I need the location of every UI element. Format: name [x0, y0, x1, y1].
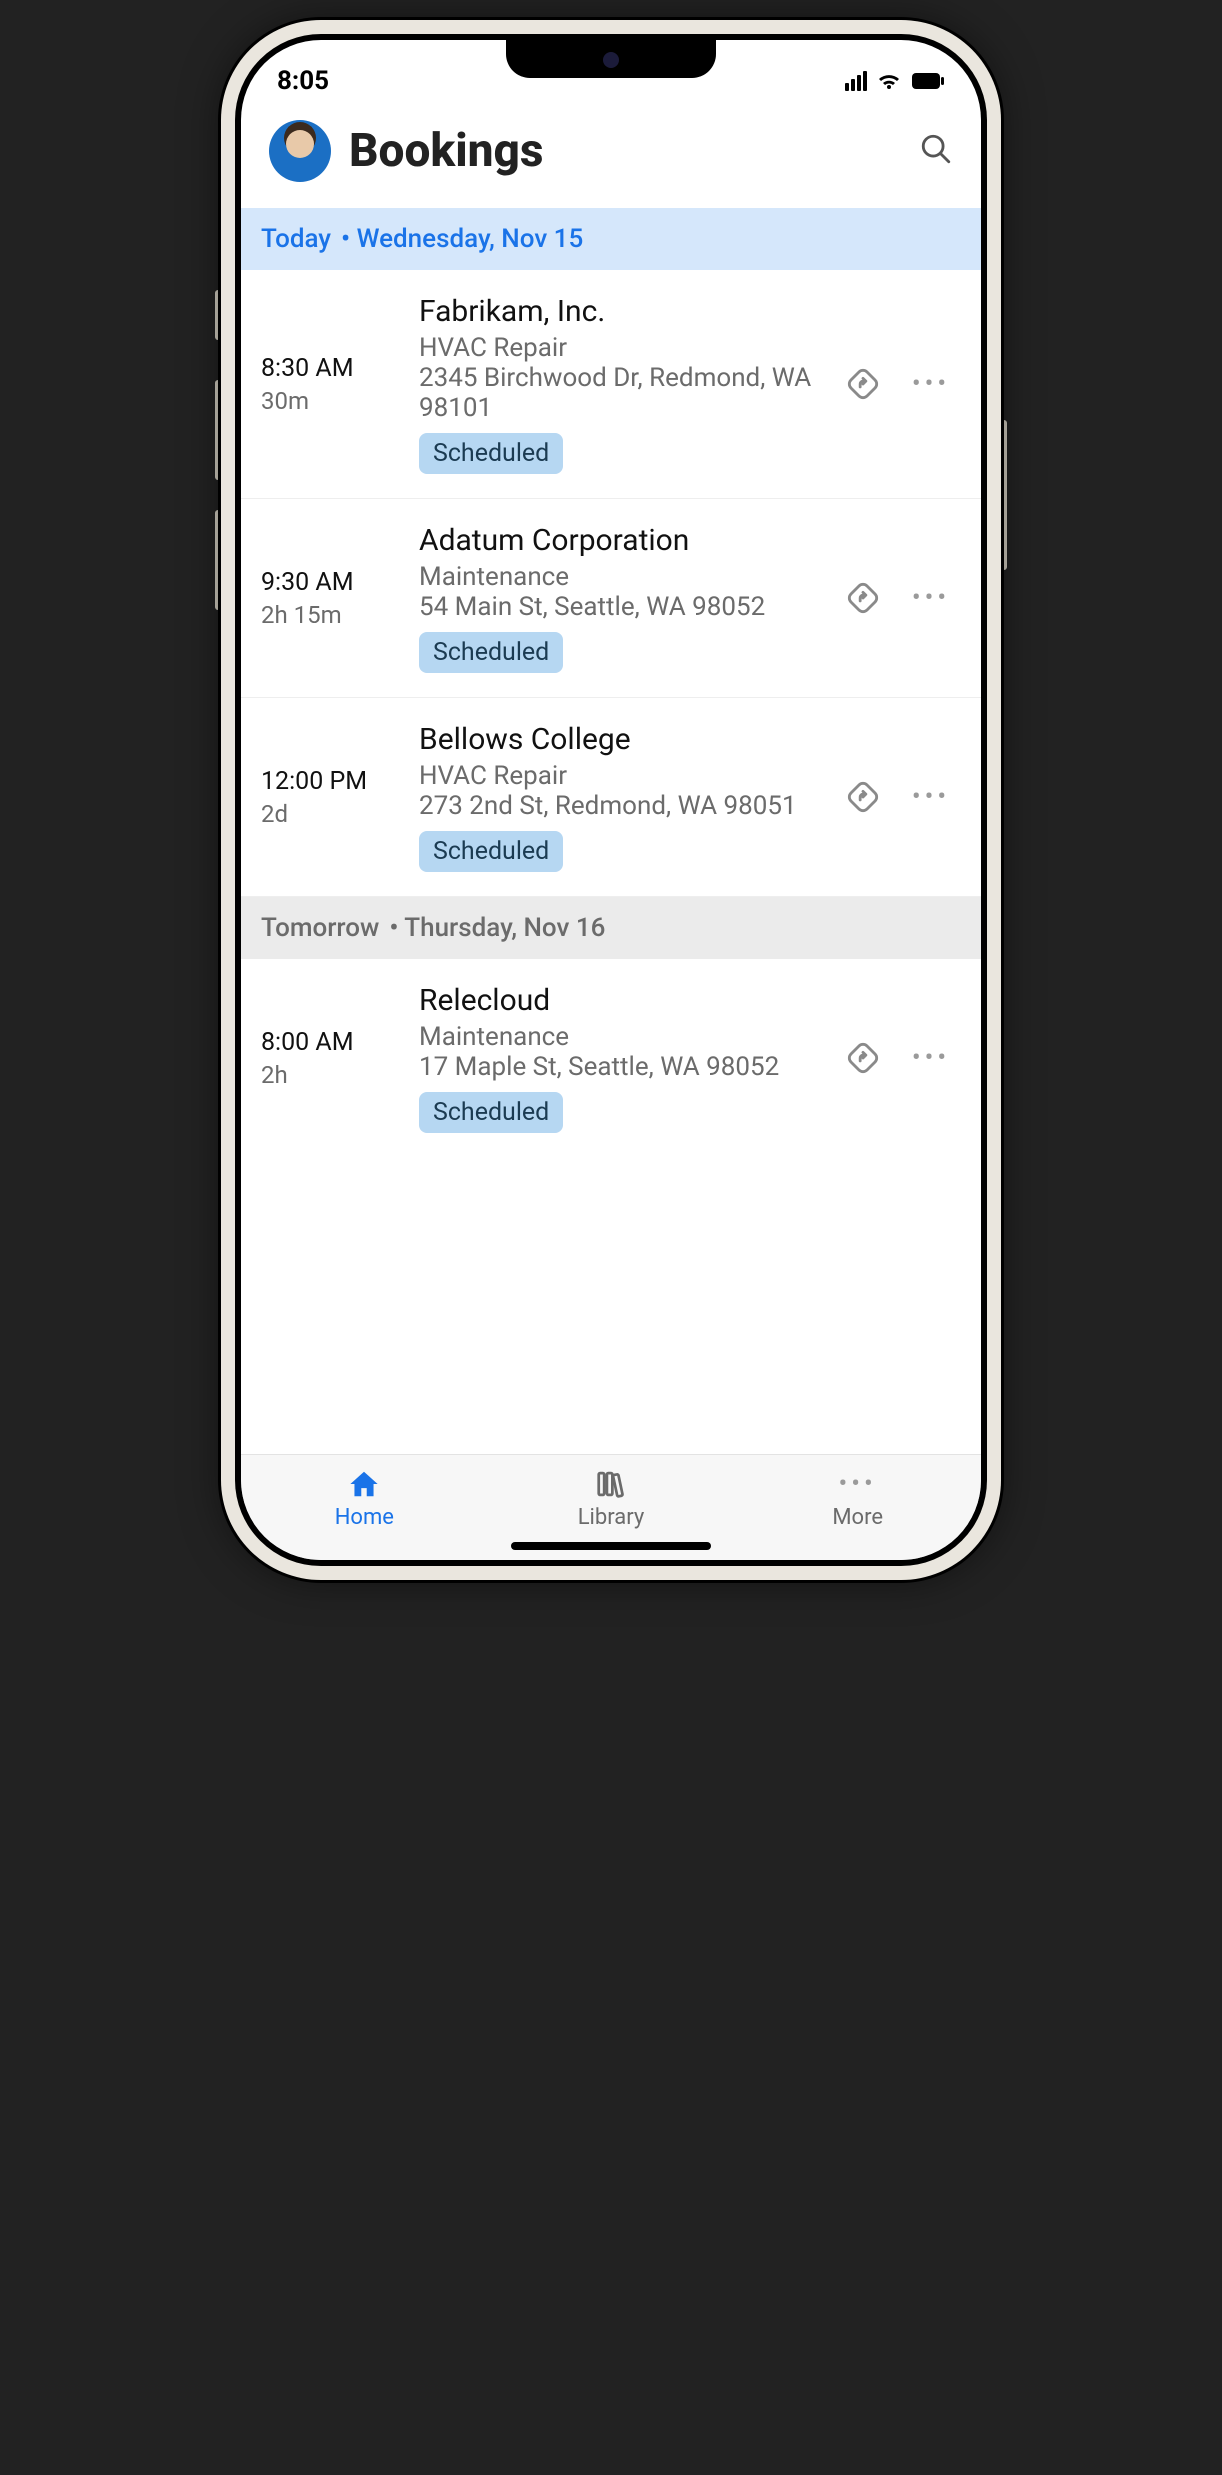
home-indicator[interactable] [511, 1542, 711, 1550]
time-column: 8:30 AM 30m [261, 354, 409, 415]
booking-duration: 2d [261, 800, 409, 828]
booking-duration: 30m [261, 387, 409, 415]
tab-bar: Thursday, July 29 Home Library ••• More [241, 1454, 981, 1560]
library-icon [594, 1469, 628, 1499]
home-icon [347, 1469, 381, 1499]
status-icons [845, 71, 945, 91]
section-prefix: Tomorrow [261, 913, 379, 943]
wifi-icon [877, 71, 901, 91]
side-button [215, 290, 221, 340]
more-icon: ••• [839, 1469, 877, 1499]
more-actions-button[interactable]: ••• [909, 775, 953, 819]
directions-button[interactable] [841, 576, 885, 620]
service-type: Maintenance [419, 562, 831, 592]
battery-icon [911, 72, 945, 90]
address: 17 Maple St, Seattle, WA 98052 [419, 1052, 831, 1082]
search-button[interactable] [919, 132, 953, 170]
section-date: Wednesday, Nov 15 [341, 224, 583, 254]
time-column: 12:00 PM 2d [261, 767, 409, 828]
booking-time: 8:30 AM [261, 354, 409, 383]
clock: 8:05 [277, 66, 329, 96]
booking-row[interactable]: 8:30 AM 30m Fabrikam, Inc. HVAC Repair2345 … [241, 270, 981, 499]
directions-icon [846, 367, 880, 401]
status-badge: Scheduled [419, 632, 563, 673]
details-column: Bellows College HVAC Repair273 2nd St, Re… [419, 722, 831, 872]
details-column: Adatum Corporation Maintenance54 Main St,… [419, 523, 831, 673]
volume-up-button [215, 380, 221, 480]
ellipsis-icon: ••• [912, 782, 950, 812]
directions-button[interactable] [841, 775, 885, 819]
page-title: Bookings [349, 124, 901, 178]
device-notch [506, 40, 716, 78]
details-column: Relecloud Maintenance17 Maple St, Seattle… [419, 983, 831, 1133]
directions-button[interactable] [841, 362, 885, 406]
status-badge: Scheduled [419, 433, 563, 474]
directions-icon [846, 1041, 880, 1075]
more-actions-button[interactable]: ••• [909, 362, 953, 406]
time-column: 9:30 AM 2h 15m [261, 568, 409, 629]
booking-duration: 2h [261, 1061, 409, 1089]
section-header: Tomorrow Thursday, Nov 16 [241, 897, 981, 959]
tab-label: Home [335, 1505, 394, 1530]
details-column: Fabrikam, Inc. HVAC Repair2345 Birchwood … [419, 294, 831, 474]
section-header: Today Wednesday, Nov 15 [241, 208, 981, 270]
status-badge: Scheduled [419, 1092, 563, 1133]
status-badge: Scheduled [419, 831, 563, 872]
avatar[interactable] [269, 120, 331, 182]
booking-row[interactable]: 8:00 AM 2h Relecloud Maintenance17 Maple St… [241, 959, 981, 1157]
booking-row[interactable]: 9:30 AM 2h 15m Adatum Corporation Maintenan… [241, 499, 981, 698]
service-type: HVAC Repair [419, 333, 831, 363]
booking-time: 12:00 PM [261, 767, 409, 796]
section-date: Thursday, Nov 16 [389, 913, 605, 943]
tab-label: Library [578, 1505, 645, 1530]
booking-time: 8:00 AM [261, 1028, 409, 1057]
power-button [1001, 420, 1007, 570]
service-type: HVAC Repair [419, 761, 831, 791]
ellipsis-icon: ••• [912, 1043, 950, 1073]
service-type: Maintenance [419, 1022, 831, 1052]
volume-down-button [215, 510, 221, 610]
more-actions-button[interactable]: ••• [909, 1036, 953, 1080]
address: 54 Main St, Seattle, WA 98052 [419, 592, 831, 622]
customer-name: Adatum Corporation [419, 523, 831, 558]
booking-duration: 2h 15m [261, 601, 409, 629]
tab-label: More [832, 1505, 883, 1530]
directions-button[interactable] [841, 1036, 885, 1080]
tab-library[interactable]: Library [488, 1469, 735, 1530]
time-column: 8:00 AM 2h [261, 1028, 409, 1089]
customer-name: Relecloud [419, 983, 831, 1018]
directions-icon [846, 581, 880, 615]
device-frame: 8:05 Bookings Today Wednesday, Nov 15 8:30… [221, 20, 1001, 1580]
customer-name: Fabrikam, Inc. [419, 294, 831, 329]
customer-name: Bellows College [419, 722, 831, 757]
page-header: Bookings [241, 100, 981, 208]
ellipsis-icon: ••• [912, 369, 950, 399]
address: 273 2nd St, Redmond, WA 98051 [419, 791, 831, 821]
cell-signal-icon [845, 71, 867, 91]
directions-icon [846, 780, 880, 814]
booking-time: 9:30 AM [261, 568, 409, 597]
address: 2345 Birchwood Dr, Redmond, WA 98101 [419, 363, 831, 423]
booking-row[interactable]: 12:00 PM 2d Bellows College HVAC Repair273 … [241, 698, 981, 897]
search-icon [919, 132, 953, 166]
ellipsis-icon: ••• [912, 583, 950, 613]
more-actions-button[interactable]: ••• [909, 576, 953, 620]
tab-more[interactable]: ••• More [734, 1469, 981, 1530]
section-prefix: Today [261, 224, 331, 254]
tab-home[interactable]: Home [241, 1469, 488, 1530]
